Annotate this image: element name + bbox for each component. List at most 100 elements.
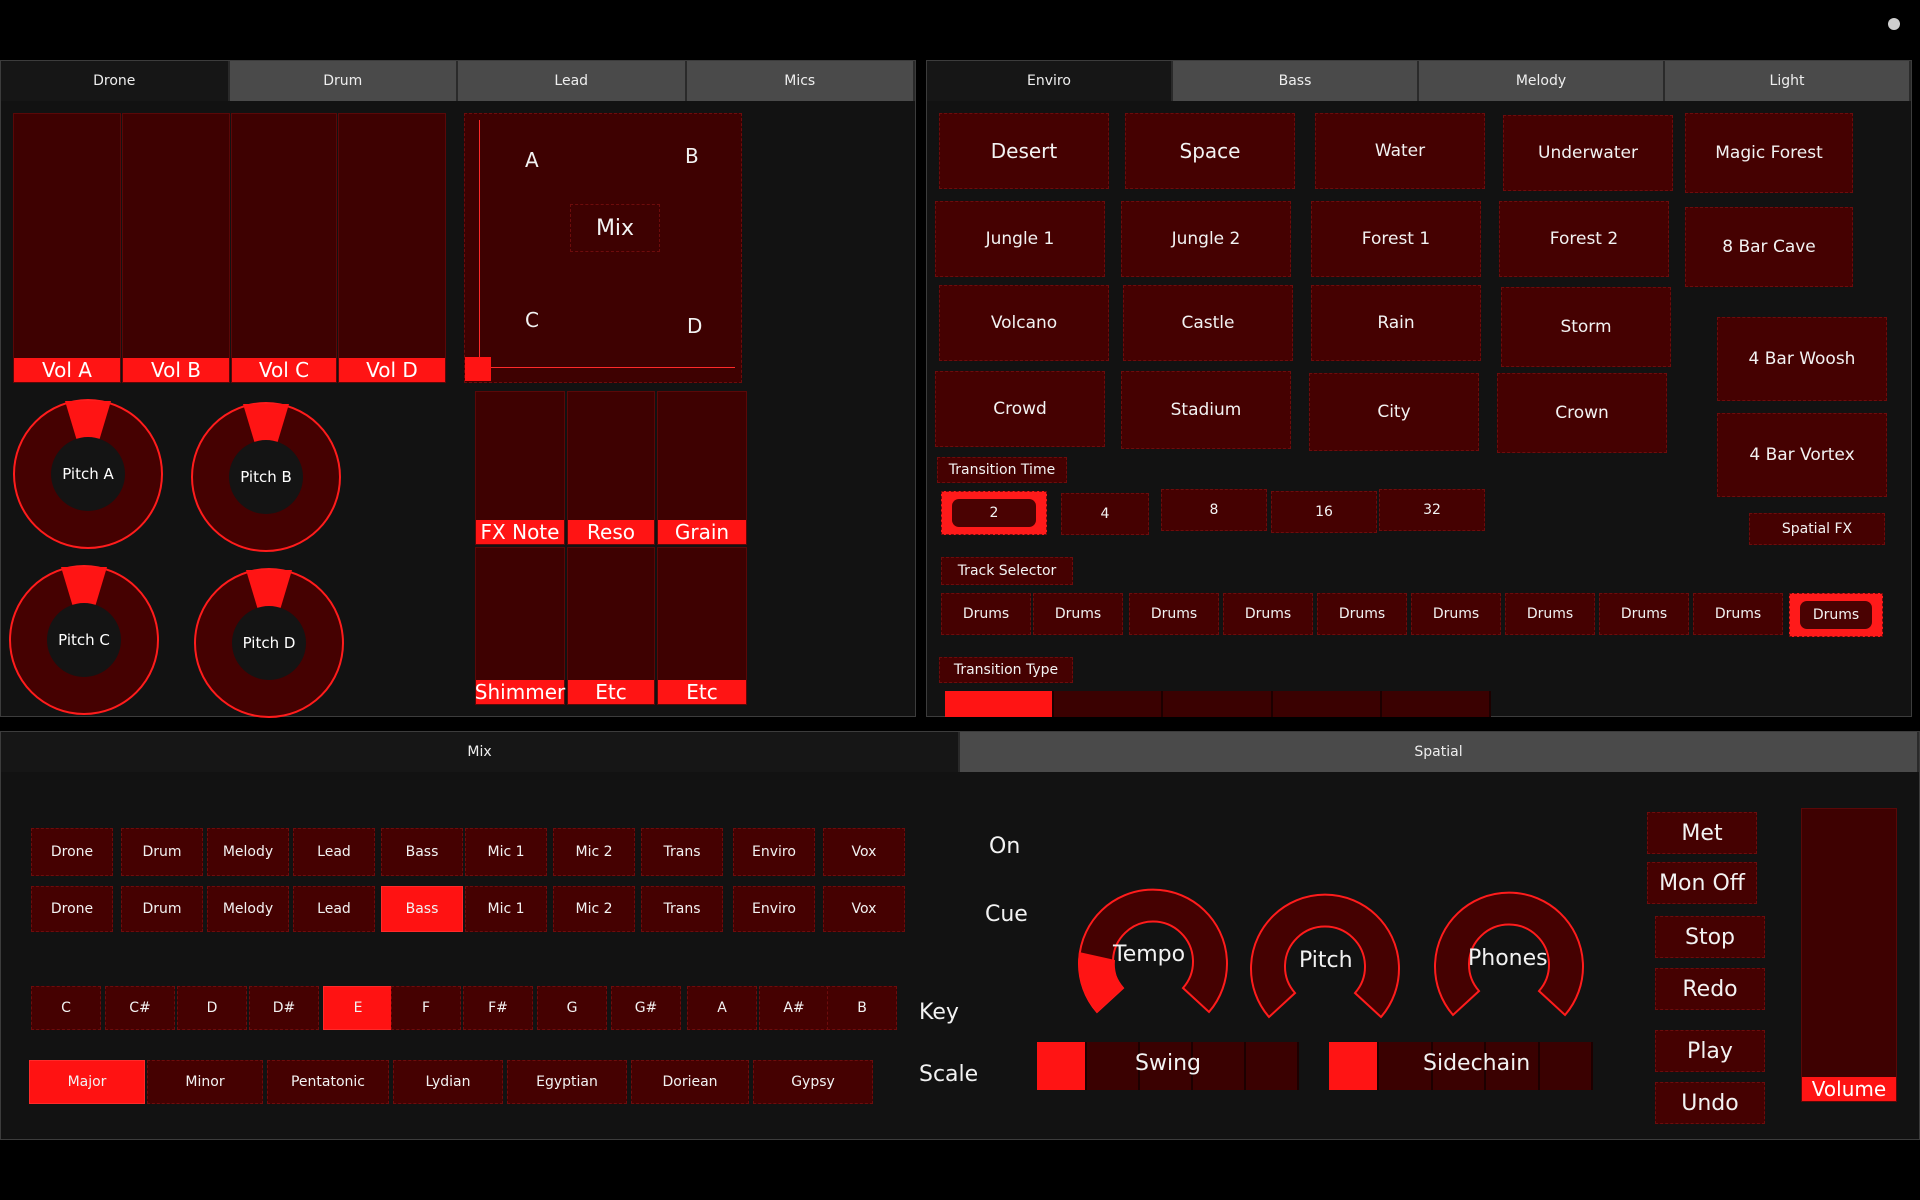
- xy-pad-handle[interactable]: [465, 357, 491, 381]
- tab-enviro[interactable]: Enviro: [927, 61, 1173, 101]
- transition-type-option[interactable]: [1163, 691, 1273, 717]
- key-button[interactable]: C#: [105, 986, 175, 1030]
- tab-bass[interactable]: Bass: [1173, 61, 1419, 101]
- channel-cue-button[interactable]: Bass: [381, 886, 463, 932]
- key-button[interactable]: F: [391, 986, 461, 1030]
- channel-cue-button[interactable]: Drum: [121, 886, 203, 932]
- tab-light[interactable]: Light: [1665, 61, 1911, 101]
- channel-cue-button[interactable]: Mic 2: [553, 886, 635, 932]
- channel-on-button[interactable]: Drone: [31, 828, 113, 876]
- key-button[interactable]: C: [31, 986, 101, 1030]
- scale-button[interactable]: Minor: [147, 1060, 263, 1104]
- env-button[interactable]: Crown: [1497, 373, 1667, 453]
- channel-on-button[interactable]: Trans: [641, 828, 723, 876]
- env-button[interactable]: Desert: [939, 113, 1109, 189]
- transition-type-selector[interactable]: [945, 691, 1492, 717]
- env-button[interactable]: Jungle 1: [935, 201, 1105, 277]
- scale-button[interactable]: Pentatonic: [267, 1060, 389, 1104]
- env-button[interactable]: Forest 1: [1311, 201, 1481, 277]
- track-button[interactable]: Drums: [1033, 593, 1123, 635]
- fx-fader-grain[interactable]: Grain: [657, 391, 747, 545]
- track-button[interactable]: Drums: [1317, 593, 1407, 635]
- transition-type-option[interactable]: [1272, 691, 1382, 717]
- vol-fader-b[interactable]: Vol B: [122, 113, 230, 383]
- fx-fader-reso[interactable]: Reso: [567, 391, 655, 545]
- mon-off-button[interactable]: Mon Off: [1647, 862, 1757, 904]
- fx-fader-fx-note[interactable]: FX Note: [475, 391, 565, 545]
- transition-type-option[interactable]: [1381, 691, 1492, 717]
- slider-handle[interactable]: [1037, 1042, 1087, 1090]
- tab-melody[interactable]: Melody: [1419, 61, 1665, 101]
- fx-fader-shimmer[interactable]: Shimmer: [475, 547, 565, 705]
- env-button[interactable]: Volcano: [939, 285, 1109, 361]
- channel-on-button[interactable]: Enviro: [733, 828, 815, 876]
- env-button[interactable]: Castle: [1123, 285, 1293, 361]
- scale-button[interactable]: Doriean: [631, 1060, 749, 1104]
- volume-fader[interactable]: Volume: [1801, 808, 1897, 1102]
- undo-button[interactable]: Undo: [1655, 1082, 1765, 1124]
- env-button[interactable]: City: [1309, 373, 1479, 451]
- fx-fader-etc-2[interactable]: Etc: [657, 547, 747, 705]
- xy-pad[interactable]: A B C D Mix: [464, 113, 742, 383]
- channel-on-button[interactable]: Bass: [381, 828, 463, 876]
- scale-button[interactable]: Gypsy: [753, 1060, 873, 1104]
- channel-on-button[interactable]: Mic 2: [553, 828, 635, 876]
- channel-on-button[interactable]: Mic 1: [465, 828, 547, 876]
- track-button[interactable]: Drums: [1505, 593, 1595, 635]
- transition-time-32[interactable]: 32: [1379, 489, 1485, 531]
- key-button[interactable]: A: [687, 986, 757, 1030]
- channel-on-button[interactable]: Lead: [293, 828, 375, 876]
- channel-cue-button[interactable]: Trans: [641, 886, 723, 932]
- transition-time-2[interactable]: 2: [941, 491, 1047, 535]
- transition-type-option[interactable]: [945, 691, 1055, 717]
- channel-cue-button[interactable]: Mic 1: [465, 886, 547, 932]
- pitch-knob-d[interactable]: Pitch D: [194, 568, 344, 718]
- tab-spatial[interactable]: Spatial: [960, 732, 1919, 772]
- channel-cue-button[interactable]: Drone: [31, 886, 113, 932]
- vol-fader-d[interactable]: Vol D: [338, 113, 446, 383]
- key-button[interactable]: F#: [463, 986, 533, 1030]
- pitch-knob-c[interactable]: Pitch C: [9, 565, 159, 715]
- tab-mix[interactable]: Mix: [1, 732, 960, 772]
- channel-cue-button[interactable]: Vox: [823, 886, 905, 932]
- env-button[interactable]: Underwater: [1503, 115, 1673, 191]
- tab-mics[interactable]: Mics: [686, 61, 915, 101]
- track-button[interactable]: Drums: [1129, 593, 1219, 635]
- play-button[interactable]: Play: [1655, 1030, 1765, 1072]
- stop-button[interactable]: Stop: [1655, 916, 1765, 958]
- transition-type-option[interactable]: [1054, 691, 1164, 717]
- track-button[interactable]: Drums: [1693, 593, 1783, 635]
- env-button[interactable]: Crowd: [935, 371, 1105, 447]
- pitch-knob-b[interactable]: Pitch B: [191, 402, 341, 552]
- tab-lead[interactable]: Lead: [458, 61, 687, 101]
- track-button[interactable]: Drums: [1599, 593, 1689, 635]
- env-button[interactable]: 8 Bar Cave: [1685, 207, 1853, 287]
- transition-time-8[interactable]: 8: [1161, 489, 1267, 531]
- key-button[interactable]: D: [177, 986, 247, 1030]
- env-button[interactable]: Magic Forest: [1685, 113, 1853, 193]
- pitch-knob-a[interactable]: Pitch A: [13, 399, 163, 549]
- tab-drum[interactable]: Drum: [229, 61, 458, 101]
- vol-fader-a[interactable]: Vol A: [13, 113, 121, 383]
- transition-time-4[interactable]: 4: [1061, 493, 1149, 535]
- track-button-selected[interactable]: Drums: [1789, 593, 1883, 637]
- channel-on-button[interactable]: Vox: [823, 828, 905, 876]
- channel-on-button[interactable]: Melody: [207, 828, 289, 876]
- scale-button[interactable]: Egyptian: [507, 1060, 627, 1104]
- scale-button[interactable]: Lydian: [393, 1060, 503, 1104]
- track-button[interactable]: Drums: [1411, 593, 1501, 635]
- key-button[interactable]: D#: [249, 986, 319, 1030]
- key-button[interactable]: B: [827, 986, 897, 1030]
- met-button[interactable]: Met: [1647, 812, 1757, 854]
- redo-button[interactable]: Redo: [1655, 968, 1765, 1010]
- scale-button[interactable]: Major: [29, 1060, 145, 1104]
- key-button[interactable]: G: [537, 986, 607, 1030]
- channel-on-button[interactable]: Drum: [121, 828, 203, 876]
- channel-cue-button[interactable]: Lead: [293, 886, 375, 932]
- env-button[interactable]: 4 Bar Woosh: [1717, 317, 1887, 401]
- key-button[interactable]: E: [323, 986, 393, 1030]
- key-button[interactable]: G#: [611, 986, 681, 1030]
- transition-time-16[interactable]: 16: [1271, 491, 1377, 533]
- spatial-fx-button[interactable]: Spatial FX: [1749, 513, 1885, 545]
- vol-fader-c[interactable]: Vol C: [231, 113, 337, 383]
